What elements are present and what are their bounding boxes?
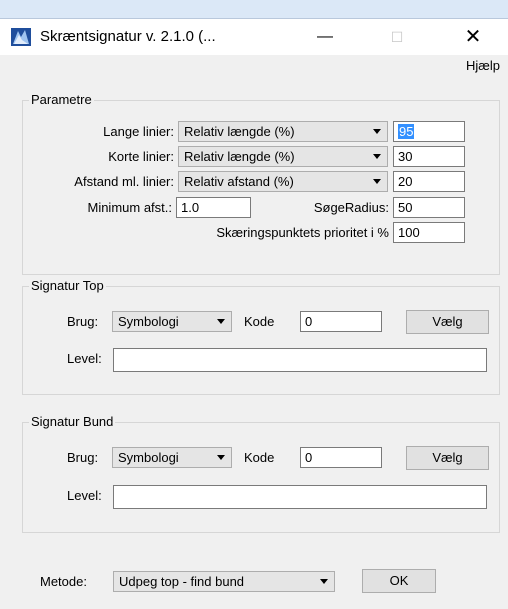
bund-brug-select[interactable]: Symbologi [112,447,232,468]
group-parametre-legend: Parametre [31,92,92,107]
metode-select[interactable]: Udpeg top - find bund [113,571,335,592]
minimum-afst-input[interactable]: 1.0 [176,197,251,218]
group-signatur-top-legend: Signatur Top [31,278,104,293]
korte-linier-mode-select[interactable]: Relativ længde (%) [178,146,388,167]
minimum-afst-label: Minimum afst.: [87,200,172,215]
korte-linier-label: Korte linier: [108,149,174,164]
maximize-button[interactable]: ☐ [374,19,420,55]
menu-help[interactable]: Hjælp [466,58,500,73]
close-button[interactable]: ✕ [450,19,496,55]
soege-radius-input[interactable]: 50 [393,197,465,218]
group-signatur-top: Signatur Top [22,279,500,395]
top-level-input[interactable] [113,348,487,372]
top-level-label: Level: [67,351,102,366]
prioritet-label: Skæringspunktets prioritet i % [216,225,389,240]
group-signatur-bund: Signatur Bund [22,415,500,533]
lange-linier-mode-select[interactable]: Relativ længde (%) [178,121,388,142]
bund-kode-input[interactable]: 0 [300,447,382,468]
chevron-down-icon [373,129,381,134]
bund-brug-label: Brug: [67,450,99,465]
title-bar[interactable]: Skræntsignatur v. 2.1.0 (... — ☐ ✕ [0,19,508,55]
top-brug-label: Brug: [67,314,99,329]
metode-value: Udpeg top - find bund [119,574,245,589]
korte-linier-value-input[interactable]: 30 [393,146,465,167]
afstand-label: Afstand ml. linier: [74,174,174,189]
soege-radius-label: SøgeRadius: [313,200,389,215]
prioritet-input[interactable]: 100 [393,222,465,243]
top-brug-select[interactable]: Symbologi [112,311,232,332]
lange-linier-mode-value: Relativ længde (%) [184,124,295,139]
bund-level-input[interactable] [113,485,487,509]
top-brug-value: Symbologi [118,314,179,329]
lange-linier-value-input[interactable]: 95 [393,121,465,142]
ok-button[interactable]: OK [362,569,436,593]
korte-linier-mode-value: Relativ længde (%) [184,149,295,164]
afstand-mode-select[interactable]: Relativ afstand (%) [178,171,388,192]
menu-bar: Hjælp [0,55,508,77]
afstand-mode-value: Relativ afstand (%) [184,174,294,189]
bund-brug-value: Symbologi [118,450,179,465]
minimize-button[interactable]: — [302,19,348,55]
app-icon [11,28,31,46]
lange-linier-value: 95 [398,124,415,139]
lange-linier-label: Lange linier: [103,124,174,139]
top-vaelg-button[interactable]: Vælg [406,310,489,334]
afstand-value-input[interactable]: 20 [393,171,465,192]
group-signatur-bund-legend: Signatur Bund [31,414,114,429]
chevron-down-icon [217,319,225,324]
bund-kode-label: Kode [244,450,275,465]
chevron-down-icon [373,154,381,159]
chevron-down-icon [217,455,225,460]
bund-vaelg-button[interactable]: Vælg [406,446,489,470]
top-kode-label: Kode [244,314,275,329]
window-title: Skræntsignatur v. 2.1.0 (... [40,28,216,45]
top-kode-input[interactable]: 0 [300,311,382,332]
metode-label: Metode: [40,574,87,589]
dialog-window: Skræntsignatur v. 2.1.0 (... — ☐ ✕ Hjælp… [0,18,508,609]
chevron-down-icon [320,579,328,584]
chevron-down-icon [373,179,381,184]
bund-level-label: Level: [67,488,102,503]
